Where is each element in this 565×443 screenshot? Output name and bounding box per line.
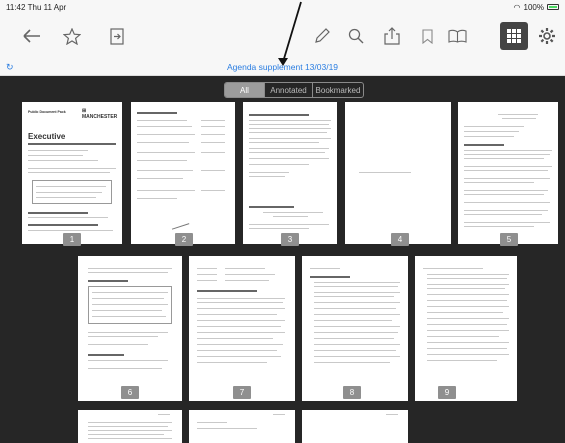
page-thumbnail[interactable]: [189, 256, 295, 401]
filter-tab-bookmarked[interactable]: Bookmarked: [313, 83, 363, 97]
page-number-badge: 1: [63, 233, 81, 246]
page-thumbnail[interactable]: [189, 410, 295, 443]
page-thumbnail[interactable]: [78, 410, 182, 443]
battery-icon: [547, 4, 559, 10]
bookmark-icon[interactable]: [413, 22, 441, 50]
battery-percent: 100%: [523, 2, 544, 12]
page-number-badge: 4: [391, 233, 409, 246]
page-thumbnail[interactable]: [78, 256, 182, 401]
page-number-badge: 9: [438, 386, 456, 399]
share-icon[interactable]: [378, 22, 406, 50]
document-title[interactable]: Agenda supplement 13/03/19: [0, 62, 565, 72]
page-thumbnail[interactable]: [302, 256, 408, 401]
grid-icon[interactable]: [500, 22, 528, 50]
page-thumbnail[interactable]: [302, 410, 408, 443]
status-bar: 11:42 Thu 11 Apr ◠ 100%: [0, 0, 565, 14]
page-thumbnail[interactable]: Public Document Pack ⊞ MANCHESTER Execut…: [22, 102, 122, 244]
status-right: ◠ 100%: [514, 3, 559, 12]
search-icon[interactable]: [342, 22, 370, 50]
status-time: 11:42: [6, 2, 26, 12]
page-thumbnail[interactable]: [131, 102, 235, 244]
book-icon[interactable]: [443, 22, 471, 50]
page-number-badge: 3: [281, 233, 299, 246]
page-number-badge: 2: [175, 233, 193, 246]
document-title-bar: ↻ Agenda supplement 13/03/19: [0, 60, 565, 76]
page-header-text: Public Document Pack: [28, 110, 66, 114]
page-number-badge: 7: [233, 386, 251, 399]
page-thumbnail[interactable]: [458, 102, 558, 244]
page-number-badge: 5: [500, 233, 518, 246]
filter-segmented-control[interactable]: All Annotated Bookmarked: [224, 82, 364, 98]
back-arrow-icon[interactable]: [18, 22, 46, 50]
page-number-badge: 6: [121, 386, 139, 399]
status-date: Thu 11 Apr: [27, 2, 67, 12]
pen-icon[interactable]: [308, 22, 336, 50]
page-thumbnail[interactable]: [415, 256, 517, 401]
filter-tab-all[interactable]: All: [225, 83, 265, 97]
star-icon[interactable]: [58, 22, 86, 50]
wifi-icon: ◠: [513, 2, 521, 12]
page-thumbnail[interactable]: [345, 102, 451, 244]
page-number-badge: 8: [343, 386, 361, 399]
export-icon[interactable]: [103, 22, 131, 50]
gear-icon[interactable]: [533, 22, 561, 50]
page-thumbnail[interactable]: [243, 102, 337, 244]
toolbar: [0, 14, 565, 60]
page-heading: Executive: [28, 132, 66, 141]
filter-tab-annotated[interactable]: Annotated: [265, 83, 313, 97]
page-thumbnail-grid: All Annotated Bookmarked Public Document…: [0, 76, 565, 443]
logo-icon: ⊞ MANCHESTER: [82, 108, 118, 120]
